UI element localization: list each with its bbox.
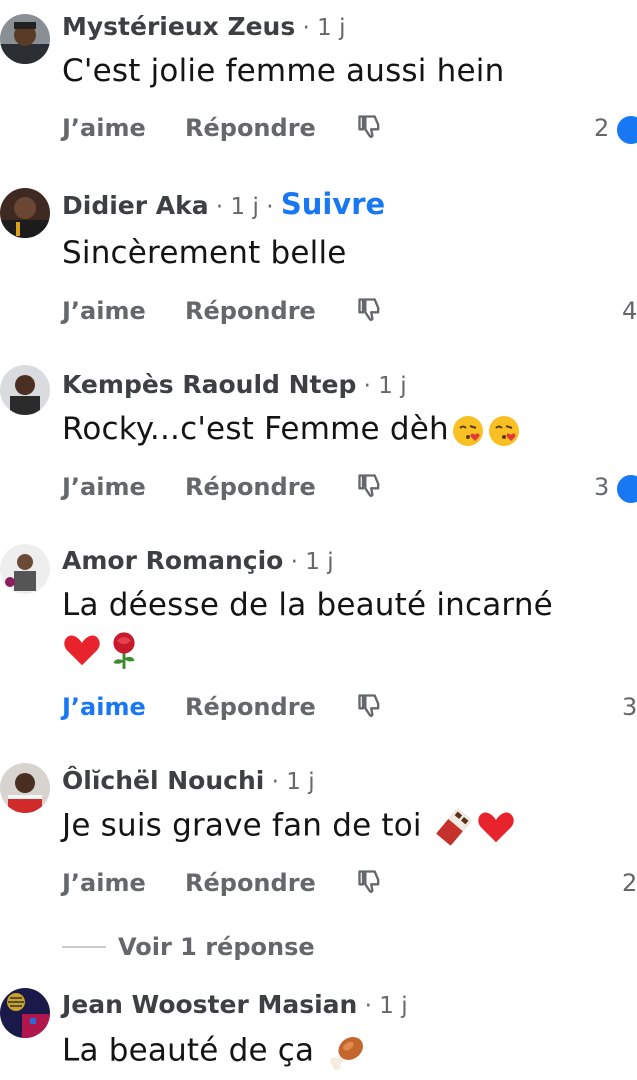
comment-author[interactable]: Kempès Raould Ntep: [62, 370, 356, 399]
chocolate-bar-emoji: [434, 807, 474, 847]
comment-author[interactable]: Jean Wooster Masian: [62, 990, 357, 1019]
comment-timestamp: · 1 j: [356, 373, 407, 399]
follow-button[interactable]: Suivre: [281, 187, 385, 221]
like-reaction-icon: [615, 114, 637, 146]
kissing-heart-emoji: [451, 414, 485, 448]
red-heart-emoji: [476, 807, 516, 847]
comment-author[interactable]: Ôlĭchël Nouchi: [62, 766, 264, 795]
comment-text: Je suis grave fan de toi: [62, 807, 422, 844]
comment-timestamp: · 1 j: [357, 993, 408, 1019]
like-reaction-icon: [615, 473, 637, 505]
reaction-count[interactable]: 2: [594, 111, 609, 145]
reaction-count[interactable]: 3: [594, 470, 609, 504]
like-button[interactable]: J’aime: [62, 294, 146, 328]
avatar[interactable]: [0, 188, 50, 238]
reply-button[interactable]: Répondre: [185, 866, 316, 900]
reply-button[interactable]: Répondre: [185, 690, 316, 724]
comment-timestamp: · 1 j: [264, 769, 315, 795]
comment-text: La beauté de ça: [62, 1032, 315, 1069]
comment-timestamp: · 1 j: [295, 15, 346, 41]
like-button[interactable]: J’aime: [62, 866, 146, 900]
comment-author[interactable]: Mystérieux Zeus: [62, 12, 295, 41]
comment-timestamp: · 1 j ·: [208, 194, 281, 220]
like-button[interactable]: J’aime: [62, 690, 146, 724]
avatar[interactable]: [0, 988, 50, 1038]
reaction-count[interactable]: 3: [622, 690, 637, 724]
dislike-icon[interactable]: [356, 296, 386, 326]
reply-button[interactable]: Répondre: [185, 470, 316, 504]
like-button[interactable]: J’aime: [62, 111, 146, 145]
reply-button[interactable]: Répondre: [185, 111, 316, 145]
comment-text: Sincèrement belle: [62, 235, 347, 271]
avatar[interactable]: [0, 365, 50, 415]
reaction-count[interactable]: 4: [622, 294, 637, 328]
comment-timestamp: · 1 j: [283, 549, 334, 575]
dislike-icon[interactable]: [356, 868, 386, 898]
comment-text: C'est jolie femme aussi hein: [62, 53, 505, 89]
rose-emoji: [104, 630, 144, 670]
dislike-icon[interactable]: [356, 113, 386, 143]
dislike-icon[interactable]: [356, 692, 386, 722]
avatar[interactable]: [0, 763, 50, 813]
reply-thread-line: [62, 946, 106, 948]
comment-author[interactable]: Didier Aka: [62, 191, 209, 220]
red-heart-emoji: [62, 630, 102, 670]
kissing-heart-emoji: [487, 414, 521, 448]
reaction-count[interactable]: 2: [622, 866, 637, 900]
comment-text: La déesse de la beauté incarné: [62, 587, 553, 623]
reply-button[interactable]: Répondre: [185, 294, 316, 328]
comment-text: Rocky...c'est Femme dèh: [62, 411, 449, 447]
dislike-icon[interactable]: [356, 472, 386, 502]
avatar[interactable]: [0, 14, 50, 64]
comment-author[interactable]: Amor Romançio: [62, 546, 283, 575]
view-replies-label[interactable]: Voir 1 réponse: [118, 930, 315, 964]
meat-on-bone-emoji: [326, 1032, 366, 1072]
like-button[interactable]: J’aime: [62, 470, 146, 504]
avatar[interactable]: [0, 544, 50, 594]
